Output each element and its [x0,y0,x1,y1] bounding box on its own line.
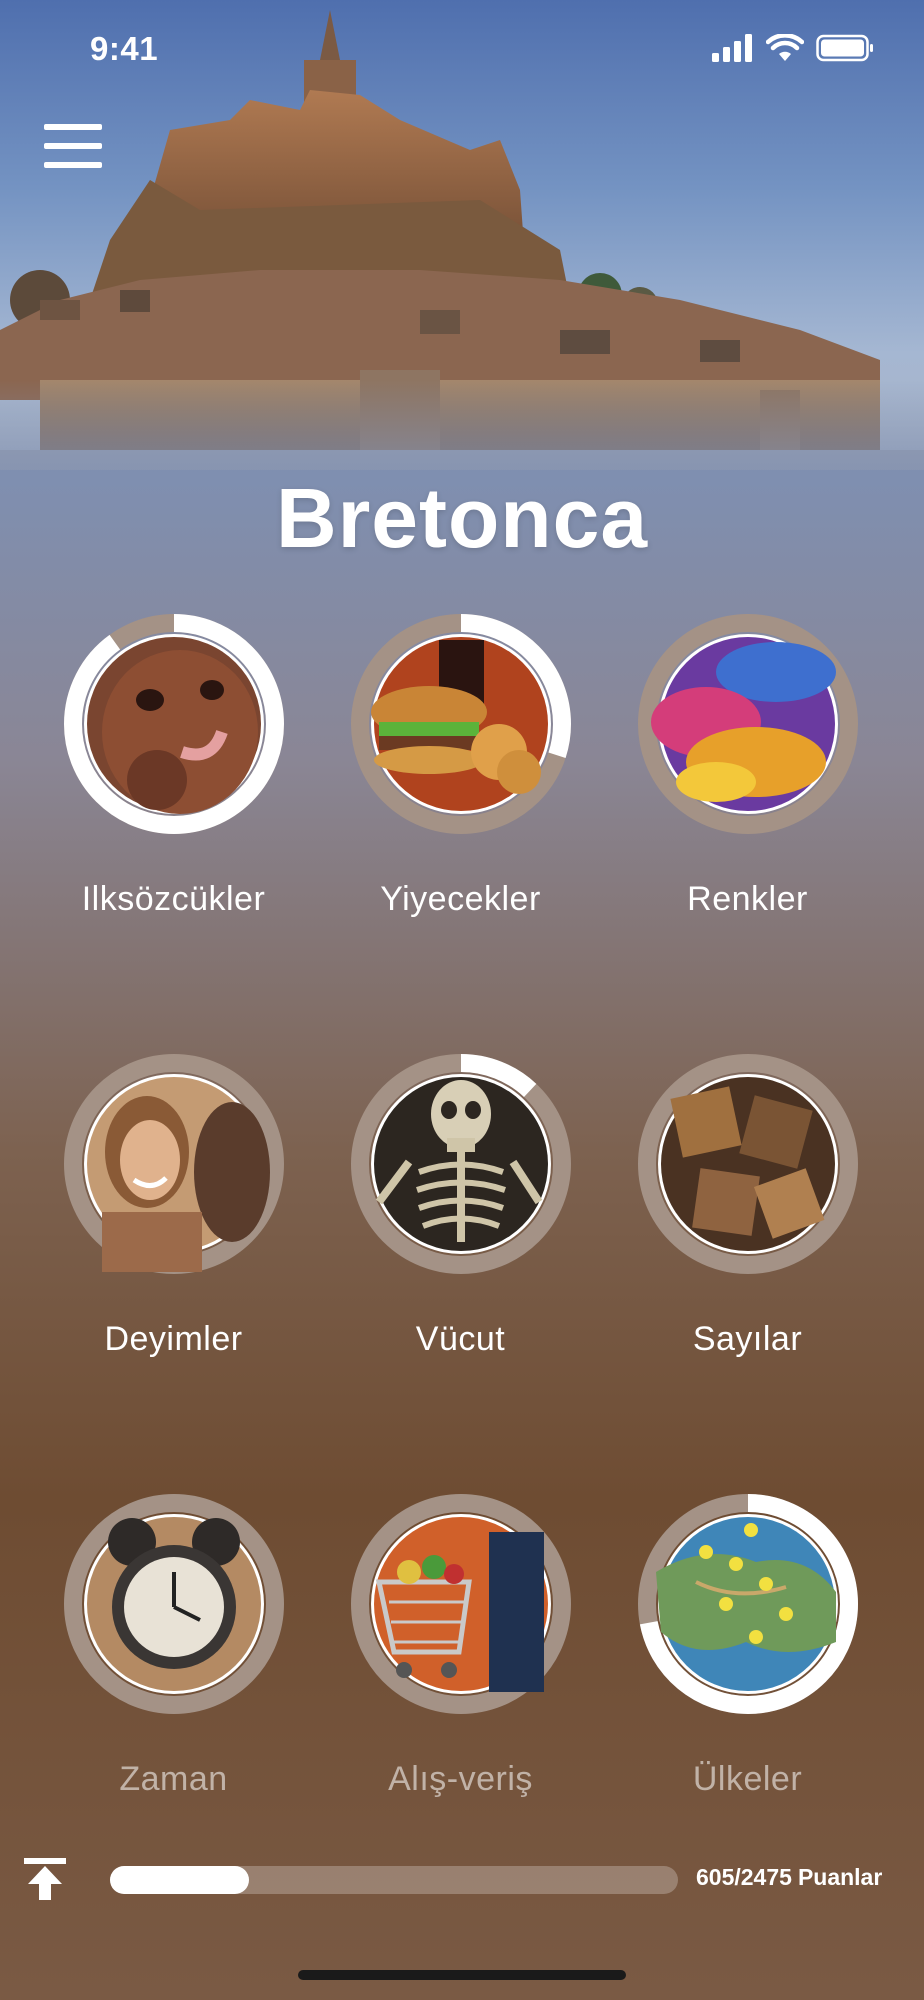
topic-label: Vücut [415,1320,506,1358]
scroll-to-top-icon[interactable] [20,1856,70,1902]
shopping-cart-photo [374,1517,548,1692]
battery-icon [816,34,873,62]
points-label: Puanlar [797,1864,883,1890]
points-progress-track [110,1866,678,1894]
hamburger-icon [44,124,102,130]
points-bar: 605/2475 Puanlar [0,1840,924,1920]
topic-progress-ring [64,1494,284,1714]
status-bar: 9:41 [0,0,924,100]
topic-progress-ring [351,1054,571,1274]
points-progress-fill [110,1866,249,1894]
topic-label: Renkler [687,880,808,918]
topic-progress-ring [64,1054,284,1274]
topic-progress-ring [638,614,858,834]
topic-label: Ülkeler [692,1760,803,1798]
topic-label: Ilksözcükler [81,880,266,918]
status-time: 9:41 [90,30,159,67]
hamburger-line [44,143,102,149]
topic-label: Alış-veriş [388,1760,533,1798]
topic-label: Sayılar [692,1320,803,1358]
points-text: 605/2475 Puanlar [696,1864,882,1891]
wooden-numbers-photo [661,1077,835,1251]
topic-progress-ring [351,1494,571,1714]
topic-progress-ring [351,614,571,834]
alarm-clock-photo [87,1517,261,1691]
topic-progress-ring [64,614,284,834]
page-title: Bretonca [275,471,649,565]
home-indicator [298,1970,626,1980]
points-value: 605/2475 [696,1864,792,1890]
topic-label: Yiyecekler [380,880,541,918]
skeleton-photo [374,1077,548,1251]
hamburger-line [44,162,102,168]
topic-label: Zaman [119,1760,228,1798]
topic-label: Deyimler [104,1320,243,1358]
cellular-signal-icon [712,34,752,62]
status-icons [712,34,874,62]
wifi-icon [766,34,804,61]
topic-progress-ring [638,1494,858,1714]
topic-progress-ring [638,1054,858,1274]
menu-button[interactable] [44,124,102,168]
